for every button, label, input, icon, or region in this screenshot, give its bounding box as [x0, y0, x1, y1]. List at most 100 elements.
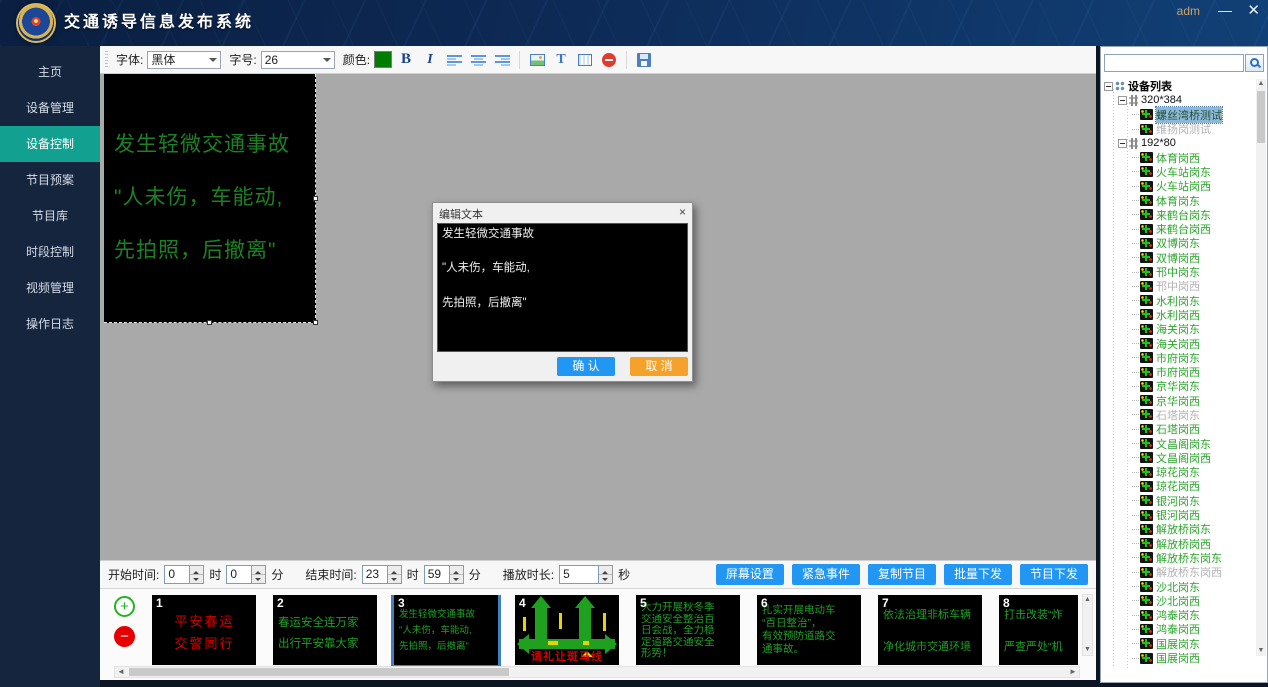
scroll-up-icon[interactable]: ▲	[1256, 79, 1266, 89]
collapse-icon[interactable]	[1118, 96, 1127, 105]
collapse-icon[interactable]	[1104, 82, 1113, 91]
device-item[interactable]: 京华岗东	[1132, 379, 1254, 393]
device-item[interactable]: 市府岗东	[1132, 351, 1254, 365]
playlist-vertical-scrollbar[interactable]: ▲ ▼	[1082, 594, 1093, 656]
device-item[interactable]: 沙北岗东	[1132, 579, 1254, 593]
scroll-down-icon[interactable]: ▼	[1083, 645, 1092, 655]
device-item[interactable]: 市府岗西	[1132, 365, 1254, 379]
duration-input[interactable]: 5	[559, 565, 599, 584]
device-item[interactable]: 螺丝湾桥测试	[1132, 108, 1254, 122]
scrollbar-thumb[interactable]	[1257, 91, 1265, 143]
sidebar-item-视频管理[interactable]: 视频管理	[0, 270, 100, 306]
sidebar-item-设备管理[interactable]: 设备管理	[0, 90, 100, 126]
device-item[interactable]: 邗中岗东	[1132, 265, 1254, 279]
device-search-button[interactable]	[1245, 54, 1264, 72]
device-item[interactable]: 银河岗西	[1132, 508, 1254, 522]
start-hour-input[interactable]: 0	[164, 565, 190, 584]
add-program-button[interactable]: +	[114, 596, 135, 617]
device-item[interactable]: 双博岗西	[1132, 251, 1254, 265]
resize-handle-corner[interactable]	[313, 320, 318, 325]
current-user-label[interactable]: adm	[1177, 4, 1200, 18]
device-item[interactable]: 鸿泰岗东	[1132, 608, 1254, 622]
tree-group-192*80[interactable]: 192*80	[1118, 136, 1254, 150]
tree-group-320*384[interactable]: 320*384	[1118, 93, 1254, 107]
end-hour-stepper[interactable]	[388, 565, 402, 584]
start-minute-stepper[interactable]	[252, 565, 266, 584]
device-item[interactable]: 海关岗东	[1132, 322, 1254, 336]
device-item[interactable]: 琼花岗东	[1132, 465, 1254, 479]
sidebar-item-节目预案[interactable]: 节目预案	[0, 162, 100, 198]
led-preview[interactable]: 发生轻微交通事故"人未伤，车能动,先拍照，后撤离"	[104, 74, 316, 323]
program-thumbnail-8[interactable]: 8打击改装“炸 严查严处“机	[999, 595, 1078, 665]
sidebar-item-设备控制[interactable]: 设备控制	[0, 126, 100, 162]
end-minute-stepper[interactable]	[450, 565, 464, 584]
sidebar-item-操作日志[interactable]: 操作日志	[0, 306, 100, 342]
bold-button[interactable]: B	[396, 50, 416, 70]
font-size-select[interactable]: 26	[261, 51, 335, 69]
program-thumbnail-3[interactable]: 3发生轻微交通事故"人未伤，车能动,先拍照，后撤离"	[394, 595, 498, 665]
scrollbar-thumb[interactable]	[129, 668, 509, 676]
end-hour-input[interactable]: 23	[362, 565, 388, 584]
device-item[interactable]: 来鹤台岗西	[1132, 222, 1254, 236]
device-item[interactable]: 解放桥东岗西	[1132, 565, 1254, 579]
dialog-textarea[interactable]: 发生轻微交通事故 "人未伤，车能动, 先拍照，后撤离"	[437, 223, 688, 352]
end-minute-input[interactable]: 59	[424, 565, 450, 584]
align-right-button[interactable]	[492, 50, 512, 70]
scroll-right-icon[interactable]: ►	[1067, 667, 1079, 677]
action-button-节目下发[interactable]: 节目下发	[1020, 564, 1088, 585]
tree-root-row[interactable]: 设备列表	[1104, 79, 1254, 93]
action-button-紧急事件[interactable]: 紧急事件	[792, 564, 860, 585]
device-search-input[interactable]	[1104, 54, 1244, 72]
device-item[interactable]: 水利岗东	[1132, 293, 1254, 307]
resize-handle-bottom[interactable]	[207, 320, 212, 325]
align-center-button[interactable]	[468, 50, 488, 70]
device-item[interactable]: 鸿泰岗西	[1132, 622, 1254, 636]
minimize-icon[interactable]: —	[1218, 2, 1232, 18]
device-item[interactable]: 维扬岗测试	[1132, 122, 1254, 136]
device-item[interactable]: 文昌阁岗西	[1132, 451, 1254, 465]
program-thumbnail-6[interactable]: 6扎实开展电动车“百日整治”，有效预防道路交通事故。	[757, 595, 861, 665]
device-item[interactable]: 解放桥东岗东	[1132, 551, 1254, 565]
program-thumbnail-1[interactable]: 1平安春运交警同行	[152, 595, 256, 665]
device-item[interactable]: 火车站岗西	[1132, 179, 1254, 193]
device-item[interactable]: 文昌阁岗东	[1132, 436, 1254, 450]
sidebar-item-节目库[interactable]: 节目库	[0, 198, 100, 234]
close-icon[interactable]: ✕	[1247, 1, 1260, 19]
device-item[interactable]: 海关岗西	[1132, 336, 1254, 350]
device-item[interactable]: 火车站岗东	[1132, 165, 1254, 179]
duration-stepper[interactable]	[599, 565, 613, 584]
insert-image-button[interactable]	[527, 50, 547, 70]
collapse-icon[interactable]	[1118, 139, 1127, 148]
device-item[interactable]: 琼花岗西	[1132, 479, 1254, 493]
device-item[interactable]: 体育岗东	[1132, 193, 1254, 207]
action-button-批量下发[interactable]: 批量下发	[944, 564, 1012, 585]
delete-area-button[interactable]	[599, 50, 619, 70]
align-left-button[interactable]	[444, 50, 464, 70]
playlist-horizontal-scrollbar[interactable]: ◄ ►	[114, 666, 1080, 678]
scroll-down-icon[interactable]: ▼	[1256, 646, 1266, 656]
insert-text-button[interactable]: T	[551, 50, 571, 70]
device-item[interactable]: 石塔岗西	[1132, 422, 1254, 436]
delete-program-button[interactable]: −	[114, 626, 135, 647]
device-item[interactable]: 体育岗西	[1132, 150, 1254, 164]
start-minute-input[interactable]: 0	[226, 565, 252, 584]
program-thumbnail-5[interactable]: 5大力开展秋冬季交通安全整治百日会战，全力稳定道路交通安全形势！	[636, 595, 740, 665]
cancel-button[interactable]: 取 消	[630, 357, 688, 376]
split-screen-button[interactable]	[575, 50, 595, 70]
start-hour-stepper[interactable]	[190, 565, 204, 584]
device-item[interactable]: 沙北岗西	[1132, 594, 1254, 608]
device-item[interactable]: 国展岗东	[1132, 637, 1254, 651]
device-tree-scrollbar[interactable]: ▲ ▼	[1256, 79, 1266, 656]
color-swatch[interactable]	[374, 51, 392, 68]
action-button-复制节目[interactable]: 复制节目	[868, 564, 936, 585]
device-item[interactable]: 双博岗东	[1132, 236, 1254, 250]
device-item[interactable]: 京华岗西	[1132, 394, 1254, 408]
scroll-left-icon[interactable]: ◄	[115, 667, 127, 677]
device-item[interactable]: 解放桥岗东	[1132, 522, 1254, 536]
device-item[interactable]: 解放桥岗西	[1132, 537, 1254, 551]
scroll-up-icon[interactable]: ▲	[1083, 595, 1092, 605]
font-select[interactable]: 黑体	[147, 51, 221, 69]
device-item[interactable]: 水利岗西	[1132, 308, 1254, 322]
resize-handle-right[interactable]	[313, 196, 318, 201]
program-thumbnail-2[interactable]: 2春运安全连万家出行平安靠大家	[273, 595, 377, 665]
